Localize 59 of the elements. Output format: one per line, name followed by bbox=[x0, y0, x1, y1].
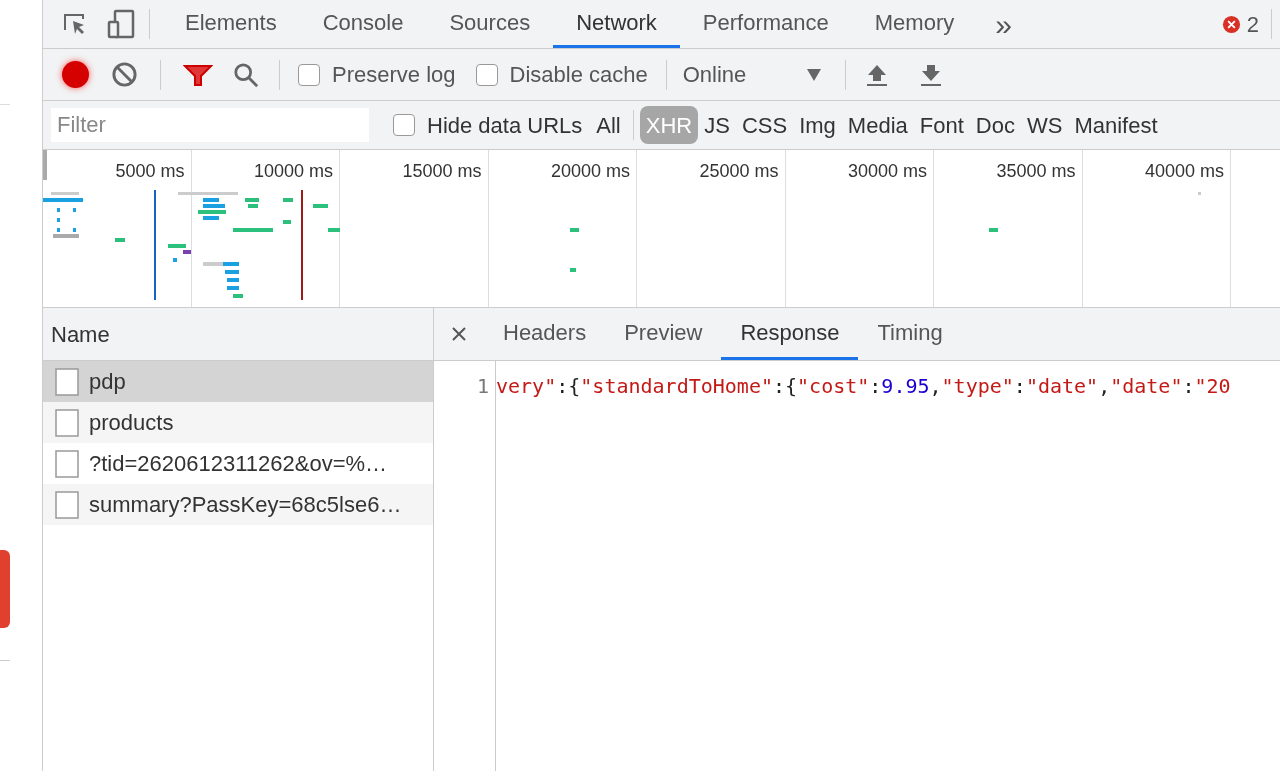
type-filter-button[interactable]: Manifest bbox=[1068, 106, 1164, 144]
document-icon bbox=[55, 490, 79, 519]
detail-tab[interactable]: Response bbox=[721, 308, 859, 360]
timeline-tick-label: 20000 ms bbox=[550, 161, 630, 181]
timeline-tick-label: 30000 ms bbox=[847, 161, 927, 181]
error-count[interactable]: 2 bbox=[1246, 7, 1259, 41]
checkbox-label: Hide data URLs bbox=[427, 111, 583, 140]
document-icon bbox=[55, 367, 79, 396]
detail-tab[interactable]: Preview bbox=[605, 308, 722, 360]
panel-tab[interactable]: Elements bbox=[162, 0, 300, 48]
type-filter-button[interactable]: All bbox=[590, 106, 627, 144]
timeline-tick-label: 5000 ms bbox=[115, 161, 185, 181]
timeline-tick-label: 15000 ms bbox=[402, 161, 482, 181]
detail-tab[interactable]: Headers bbox=[484, 308, 606, 360]
request-name: summary?PassKey=68c5lse6… bbox=[89, 491, 402, 519]
type-filter-button[interactable]: Media bbox=[841, 106, 914, 144]
throttling-dropdown[interactable]: Online bbox=[682, 58, 829, 91]
type-filter-button[interactable]: WS bbox=[1020, 106, 1069, 144]
more-tabs-button[interactable]: » bbox=[977, 0, 1030, 48]
request-row[interactable]: summary?PassKey=68c5lse6… bbox=[43, 484, 433, 525]
record-button[interactable] bbox=[62, 61, 89, 88]
detail-tab[interactable]: Timing bbox=[858, 308, 962, 360]
close-icon bbox=[452, 327, 466, 341]
caret-icon bbox=[806, 68, 821, 81]
timeline-tick-label: 35000 ms bbox=[996, 161, 1076, 181]
line-number: 1 bbox=[476, 374, 489, 398]
type-filter-button[interactable]: CSS bbox=[735, 106, 794, 144]
panel-tab[interactable]: Sources bbox=[426, 0, 554, 48]
type-filter-button[interactable]: Img bbox=[793, 106, 842, 144]
document-icon bbox=[55, 408, 79, 437]
checkbox-label: Preserve log bbox=[332, 61, 456, 89]
request-name: products bbox=[89, 409, 174, 437]
error-icon bbox=[1221, 14, 1241, 34]
device-toolbar-icon[interactable] bbox=[107, 9, 135, 39]
timeline-tick-label: 40000 ms bbox=[1144, 161, 1224, 181]
disable-cache-checkbox[interactable] bbox=[475, 63, 498, 86]
type-filter-button[interactable]: Font bbox=[913, 106, 970, 144]
preserve-log-checkbox[interactable] bbox=[298, 63, 320, 86]
download-icon[interactable] bbox=[919, 62, 942, 87]
request-name: ?tid=2620612311262&ov=%… bbox=[89, 450, 388, 478]
request-row[interactable]: pdp bbox=[43, 361, 433, 402]
timeline-tick-label: 25000 ms bbox=[699, 161, 779, 181]
request-name: pdp bbox=[89, 368, 126, 396]
search-icon[interactable] bbox=[233, 61, 259, 88]
panel-tab[interactable]: Memory bbox=[851, 0, 978, 48]
hide-data-urls-checkbox[interactable] bbox=[393, 114, 415, 136]
panel-tab[interactable]: Performance bbox=[679, 0, 852, 48]
type-filter-button[interactable]: JS bbox=[698, 106, 736, 144]
type-filter-button[interactable]: Doc bbox=[969, 106, 1021, 144]
document-icon bbox=[55, 449, 79, 478]
filter-icon[interactable] bbox=[183, 62, 213, 87]
checkbox-label: Disable cache bbox=[509, 61, 648, 89]
panel-tab[interactable]: Console bbox=[299, 0, 427, 48]
code-line: very":{"standardToHome":{"cost":9.95,"type":"date","date":"20 bbox=[496, 373, 1232, 400]
column-header[interactable]: Name bbox=[43, 308, 433, 361]
filter-input[interactable]: Filter bbox=[51, 108, 369, 142]
timeline-tick-label: 10000 ms bbox=[253, 161, 333, 181]
request-row[interactable]: products bbox=[43, 402, 433, 443]
clear-icon[interactable] bbox=[111, 61, 138, 88]
